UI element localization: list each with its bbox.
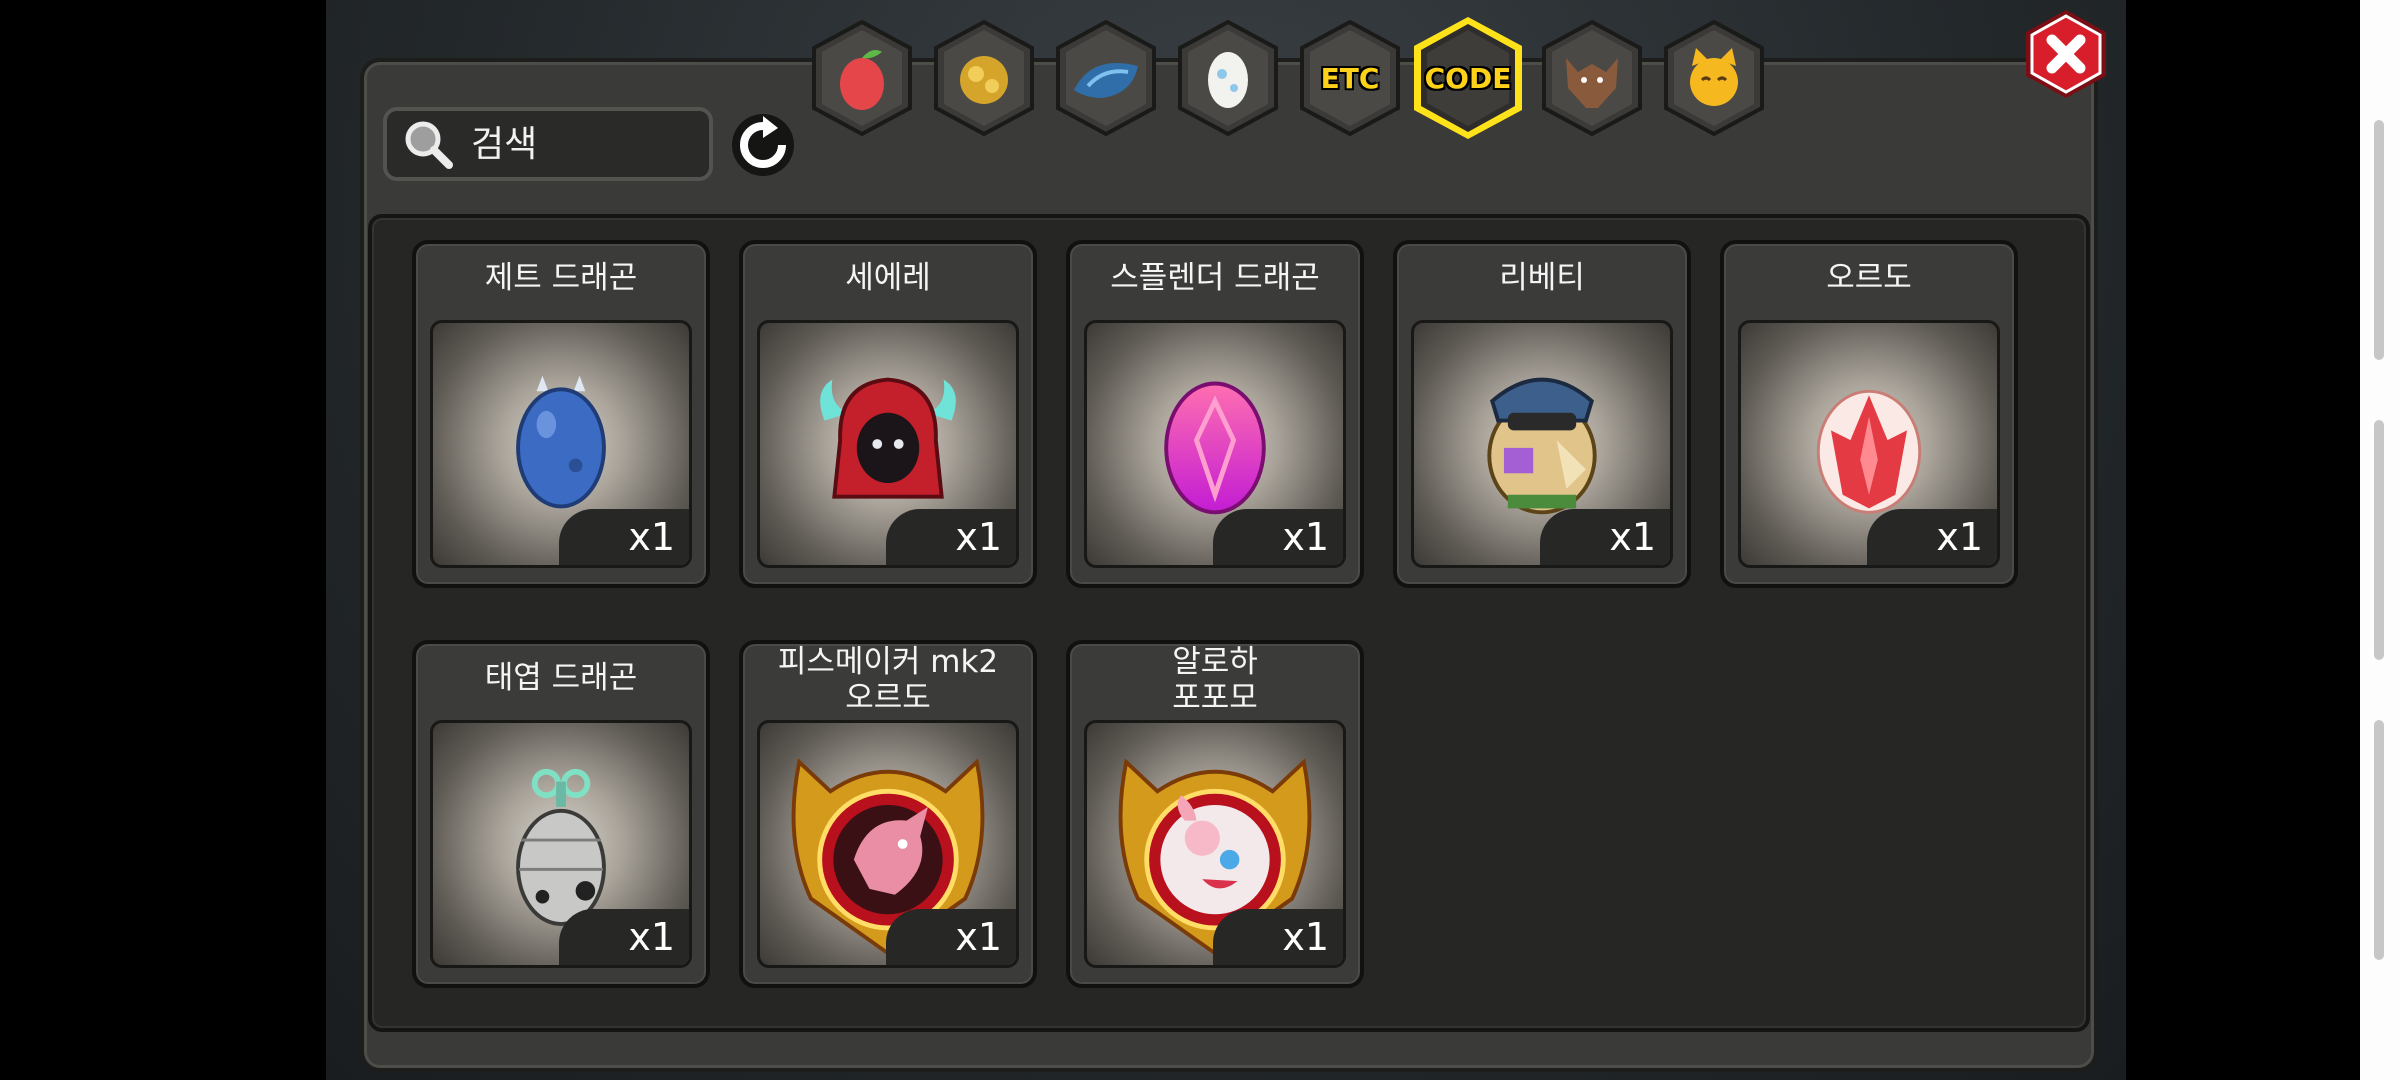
tab-etc[interactable]: ETC [1296,18,1404,138]
scrollbar-thumb[interactable] [2374,420,2384,660]
item-image: x1 [1738,320,2000,568]
item-card[interactable]: 스플렌더 드래곤 x1 [1066,240,1364,588]
cat-face-icon [1664,19,1764,137]
tab-label: ETC [1320,61,1380,95]
close-icon[interactable] [2022,8,2110,100]
item-image: x1 [430,720,692,968]
item-image: x1 [757,320,1019,568]
item-image: x1 [1084,320,1346,568]
item-name: 태엽 드래곤 [484,660,638,696]
item-name: 스플렌더 드래곤 [1110,260,1320,296]
item-quantity: x1 [1867,509,1997,565]
search-input[interactable] [469,122,693,166]
fruit-icon [812,19,912,137]
tab-code[interactable]: CODE [1410,14,1526,142]
item-name: 리베티 [1499,260,1585,296]
item-card[interactable]: 제트 드래곤 x1 [412,240,710,588]
item-name: 오르도 [1826,260,1912,296]
item-quantity: x1 [1213,909,1343,965]
item-quantity: x1 [886,509,1016,565]
tab-blue-scale[interactable] [1052,18,1160,138]
tab-egg[interactable] [1174,18,1282,138]
wolf-icon [1542,19,1642,137]
item-card[interactable]: 알로하 포포모 x1 [1066,640,1364,988]
egg-icon [1178,19,1278,137]
item-card[interactable]: 오르도 x1 [1720,240,2018,588]
blue-scale-icon [1056,19,1156,137]
tab-cat-face[interactable] [1660,18,1768,138]
tab-fruit[interactable] [808,18,916,138]
refresh-icon[interactable] [730,112,796,178]
item-card[interactable]: 태엽 드래곤 x1 [412,640,710,988]
search-icon [405,121,453,169]
item-card[interactable]: 리베티 x1 [1393,240,1691,588]
item-image: x1 [1084,720,1346,968]
tab-wolf[interactable] [1538,18,1646,138]
item-quantity: x1 [886,909,1016,965]
gold-ore-icon [934,19,1034,137]
item-name: 세에레 [845,260,931,296]
item-card[interactable]: 피스메이커 mk2 오르도 x1 [739,640,1037,988]
item-name: 피스메이커 mk2 오르도 [777,644,999,716]
item-image: x1 [1411,320,1673,568]
search-box[interactable] [383,107,713,181]
item-quantity: x1 [559,909,689,965]
tab-gold-ore[interactable] [930,18,1038,138]
item-image: x1 [757,720,1019,968]
scrollbar-thumb[interactable] [2374,720,2384,960]
tab-label: CODE [1424,61,1512,95]
item-quantity: x1 [1540,509,1670,565]
item-name: 제트 드래곤 [484,260,638,296]
item-name: 알로하 포포모 [1172,644,1258,716]
item-quantity: x1 [1213,509,1343,565]
item-card[interactable]: 세에레 x1 [739,240,1037,588]
scrollbar-thumb[interactable] [2374,120,2384,360]
item-quantity: x1 [559,509,689,565]
item-image: x1 [430,320,692,568]
